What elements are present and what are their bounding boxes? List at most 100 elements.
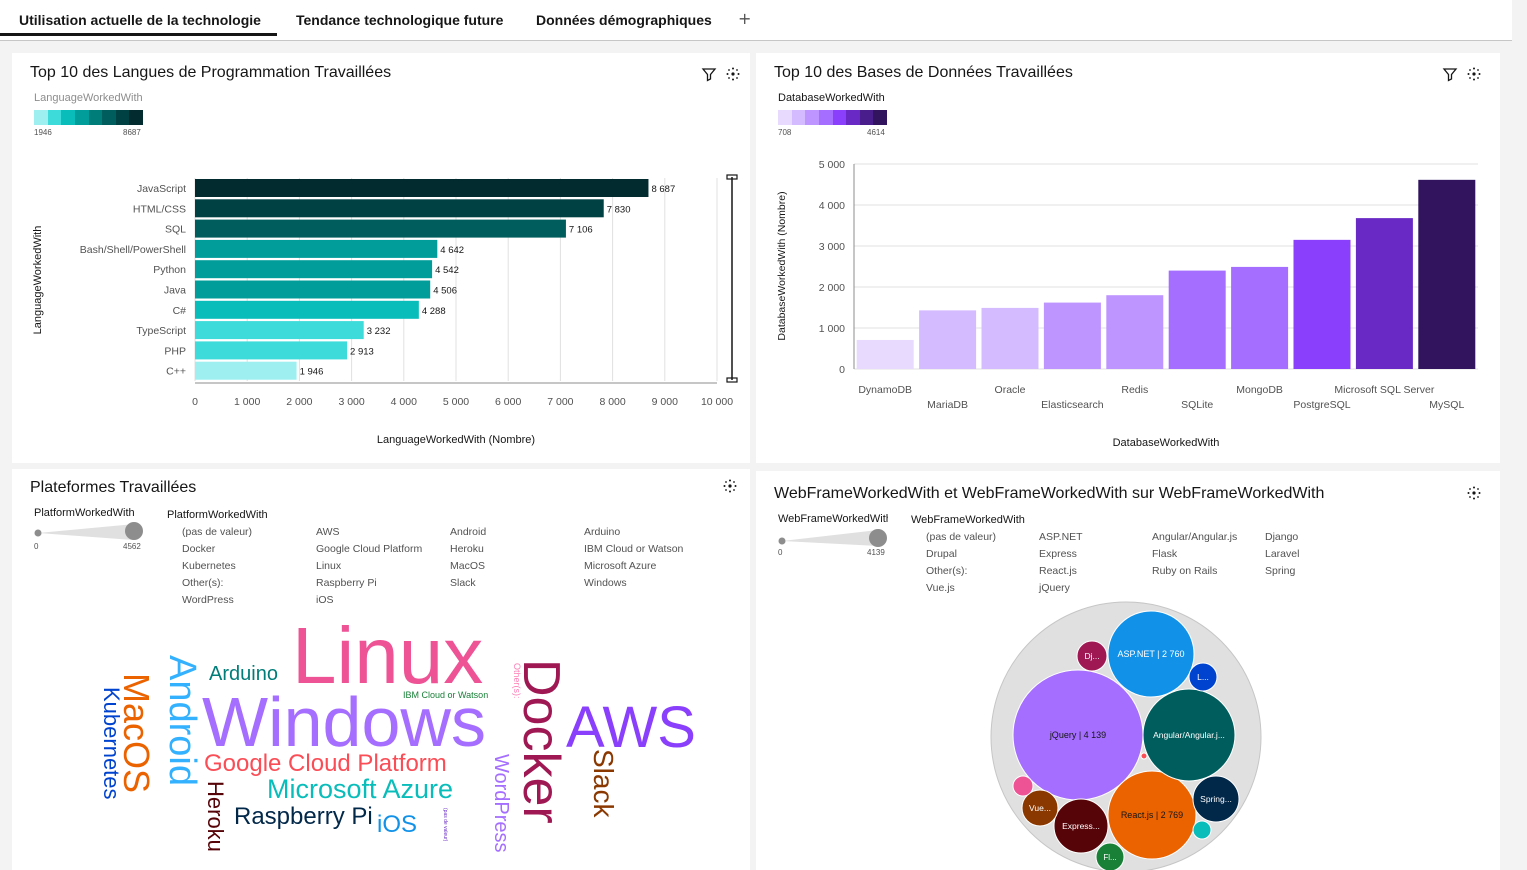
platforms-panel: Plateformes Travaillées PlatformWorkedWi…	[12, 469, 750, 870]
bubble-label: Spring...	[1200, 794, 1232, 804]
bar[interactable]	[195, 239, 438, 258]
webframe-bubble-chart: jQuery | 4 139 ASP.NET | 2 760 React.js | …	[990, 601, 1262, 870]
word-cloud-term[interactable]: WordPress	[490, 754, 512, 853]
bar[interactable]	[195, 300, 419, 319]
word-cloud-term[interactable]: iOS	[377, 811, 417, 838]
word-cloud-term[interactable]: Slack	[588, 749, 619, 818]
language-bar-chart: 0 1 000 2 000 3 000 4 000 5 000 6 000 7 000 8 00…	[32, 174, 738, 446]
data-label: 4 506	[433, 286, 457, 297]
bar[interactable]	[1106, 295, 1164, 369]
bar[interactable]	[195, 179, 649, 197]
bar[interactable]	[1355, 218, 1413, 369]
bar[interactable]	[1418, 179, 1476, 369]
y-tick-label: Python	[153, 264, 186, 276]
data-label: 3 232	[367, 326, 391, 337]
y-tick-label: 2 000	[819, 282, 845, 294]
languages-panel: Top 10 des Langues de Programmation Trav…	[12, 53, 750, 463]
data-label: 7 106	[569, 225, 593, 236]
bar[interactable]	[195, 199, 604, 218]
bar[interactable]	[1168, 270, 1226, 369]
y-axis-title: DatabaseWorkedWith (Nombre)	[776, 191, 788, 340]
platform-word-cloud: LinuxWindows DockerAWSAndroidMacOSKuberne…	[99, 611, 696, 853]
bar[interactable]	[1293, 239, 1351, 369]
x-tick-label: Microsoft SQL Server	[1334, 384, 1434, 396]
x-tick-label: Oracle	[995, 384, 1026, 396]
bar[interactable]	[195, 260, 433, 279]
y-tick-label: 3 000	[819, 241, 845, 253]
bubble-label: React.js | 2 769	[1121, 810, 1183, 820]
x-tick-label: 9 000	[652, 396, 678, 408]
databases-panel: Top 10 des Bases de Données Travaillées …	[756, 53, 1500, 463]
bubble[interactable]	[1140, 752, 1148, 760]
bar[interactable]	[195, 219, 566, 238]
bubble-label: Express...	[1062, 821, 1100, 831]
x-tick-label: MongoDB	[1236, 384, 1283, 396]
x-tick-label: MariaDB	[927, 399, 968, 411]
y-tick-label: C#	[173, 305, 187, 317]
tab-current-usage[interactable]: Utilisation actuelle de la technologie	[19, 12, 261, 28]
y-tick-label: 1 000	[819, 323, 845, 335]
word-cloud-term[interactable]: Google Cloud Platform	[204, 750, 447, 777]
data-label: 4 288	[422, 306, 446, 317]
x-tick-label: DynamoDB	[858, 384, 912, 396]
y-tick-label: C++	[166, 366, 186, 378]
bar[interactable]	[195, 361, 297, 380]
bar[interactable]	[856, 339, 914, 369]
data-label: 8 687	[651, 184, 675, 195]
x-tick-label: 0	[192, 396, 198, 408]
tab-demographics[interactable]: Données démographiques	[536, 12, 712, 28]
word-cloud-term[interactable]: IBM Cloud or Watson	[403, 690, 488, 700]
bubble-label: Dj...	[1084, 651, 1099, 661]
x-tick-label: 4 000	[391, 396, 417, 408]
bar[interactable]	[1043, 302, 1101, 369]
x-tick-label: Redis	[1121, 384, 1148, 396]
word-cloud-term[interactable]: Raspberry Pi	[234, 803, 373, 830]
x-tick-label: 10 000	[701, 396, 733, 408]
x-tick-label: 7 000	[547, 396, 573, 408]
bar[interactable]	[919, 310, 977, 369]
bar[interactable]	[981, 307, 1039, 369]
database-bar-chart: 0 1 000 2 000 3 000 4 000 5 000 DynamoDB MariaD…	[776, 159, 1478, 449]
y-tick-label: 0	[839, 364, 845, 376]
word-cloud-term[interactable]: Arduino	[209, 663, 278, 685]
word-cloud-term[interactable]: (pas de valeur)	[442, 808, 448, 842]
x-tick-label: 8 000	[599, 396, 625, 408]
x-tick-label: 3 000	[338, 396, 364, 408]
bubble[interactable]	[1192, 820, 1212, 840]
data-label: 4 642	[440, 245, 464, 256]
y-tick-label: Java	[164, 285, 186, 297]
word-cloud-term[interactable]: Heroku	[203, 781, 228, 852]
y-tick-label: JavaScript	[137, 183, 186, 195]
y-tick-label: HTML/CSS	[133, 203, 186, 215]
bubble-label: Vue...	[1029, 803, 1051, 813]
word-cloud-term[interactable]: Other(s):	[512, 663, 522, 699]
y-tick-label: 4 000	[819, 200, 845, 212]
x-tick-label: 6 000	[495, 396, 521, 408]
y-tick-label: 5 000	[819, 159, 845, 171]
tab-future-trends[interactable]: Tendance technologique future	[296, 12, 503, 28]
bar[interactable]	[195, 280, 431, 299]
data-label: 4 542	[435, 265, 459, 276]
active-tab-indicator	[0, 33, 277, 36]
bubble-label: Fl...	[1103, 853, 1116, 862]
x-axis-title: LanguageWorkedWith (Nombre)	[377, 434, 535, 446]
x-tick-label: Elasticsearch	[1041, 399, 1104, 411]
webframes-panel: WebFrameWorkedWith et WebFrameWorkedWith…	[756, 471, 1500, 870]
y-tick-label: TypeScript	[136, 325, 186, 337]
x-tick-label: PostgreSQL	[1293, 399, 1350, 411]
x-tick-label: 5 000	[443, 396, 469, 408]
y-tick-label: SQL	[165, 224, 186, 236]
bar[interactable]	[1231, 266, 1289, 369]
word-cloud-term[interactable]: Android	[161, 655, 203, 786]
bubble[interactable]	[1012, 775, 1034, 797]
word-cloud-term[interactable]: AWS	[566, 695, 696, 760]
tab-bar: Utilisation actuelle de la technologie T…	[0, 0, 1512, 41]
bar[interactable]	[195, 341, 348, 360]
add-tab-button[interactable]: +	[738, 9, 751, 28]
word-cloud-term[interactable]: Microsoft Azure	[267, 774, 453, 804]
bubble-label: ASP.NET | 2 760	[1117, 649, 1184, 659]
bubble-label: Angular/Angular.j...	[1153, 730, 1225, 740]
bar[interactable]	[195, 321, 364, 340]
y-tick-label: PHP	[164, 345, 186, 357]
word-cloud-term[interactable]: Kubernetes	[99, 687, 124, 800]
